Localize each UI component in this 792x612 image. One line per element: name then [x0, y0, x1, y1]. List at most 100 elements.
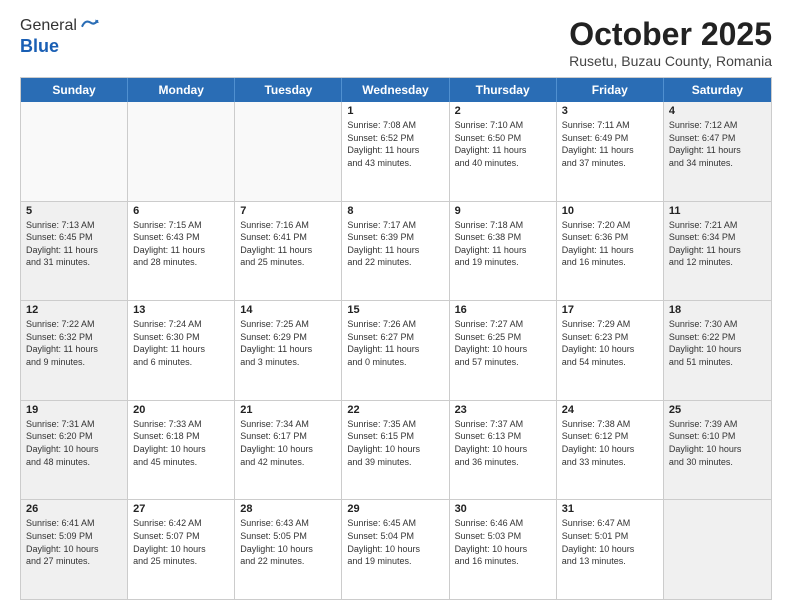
calendar-cell: 29Sunrise: 6:45 AM Sunset: 5:04 PM Dayli… — [342, 500, 449, 599]
day-number: 10 — [562, 205, 658, 217]
day-info: Sunrise: 7:37 AM Sunset: 6:13 PM Dayligh… — [455, 418, 551, 468]
day-info: Sunrise: 7:22 AM Sunset: 6:32 PM Dayligh… — [26, 318, 122, 368]
calendar-cell: 30Sunrise: 6:46 AM Sunset: 5:03 PM Dayli… — [450, 500, 557, 599]
calendar-cell: 27 Sunrise: 6:42 AM Sunset: 5:07 PM Dayli… — [128, 500, 235, 599]
calendar-cell — [128, 102, 235, 201]
calendar-cell: 3Sunrise: 7:11 AM Sunset: 6:49 PM Daylig… — [557, 102, 664, 201]
calendar-cell: 24Sunrise: 7:38 AM Sunset: 6:12 PM Dayli… — [557, 401, 664, 500]
day-info: Sunrise: 7:18 AM Sunset: 6:38 PM Dayligh… — [455, 219, 551, 269]
day-info: Sunrise: 7:35 AM Sunset: 6:15 PM Dayligh… — [347, 418, 443, 468]
day-number: 20 — [133, 404, 229, 416]
calendar-cell: 26Sunrise: 6:41 AM Sunset: 5:09 PM Dayli… — [21, 500, 128, 599]
calendar-cell: 21 Sunrise: 7:34 AM Sunset: 6:17 PM Dayli… — [235, 401, 342, 500]
day-number: 14 — [240, 304, 336, 316]
calendar-cell — [235, 102, 342, 201]
calendar-cell: 23 Sunrise: 7:37 AM Sunset: 6:13 PM Dayli… — [450, 401, 557, 500]
calendar-cell: 12Sunrise: 7:22 AM Sunset: 6:32 PM Dayli… — [21, 301, 128, 400]
day-info: Sunrise: 6:46 AM Sunset: 5:03 PM Dayligh… — [455, 517, 551, 567]
calendar-header: SundayMondayTuesdayWednesdayThursdayFrid… — [21, 78, 771, 102]
day-info: Sunrise: 6:45 AM Sunset: 5:04 PM Dayligh… — [347, 517, 443, 567]
weekday-header: Sunday — [21, 78, 128, 102]
day-number: 15 — [347, 304, 443, 316]
day-number: 23 — [455, 404, 551, 416]
calendar-cell: 8 Sunrise: 7:17 AM Sunset: 6:39 PM Daylig… — [342, 202, 449, 301]
calendar-cell: 15 Sunrise: 7:26 AM Sunset: 6:27 PM Dayli… — [342, 301, 449, 400]
day-number: 31 — [562, 503, 658, 515]
day-info: Sunrise: 7:30 AM Sunset: 6:22 PM Dayligh… — [669, 318, 766, 368]
day-number: 5 — [26, 205, 122, 217]
weekday-header: Saturday — [664, 78, 771, 102]
day-info: Sunrise: 7:26 AM Sunset: 6:27 PM Dayligh… — [347, 318, 443, 368]
day-info: Sunrise: 7:31 AM Sunset: 6:20 PM Dayligh… — [26, 418, 122, 468]
day-info: Sunrise: 7:10 AM Sunset: 6:50 PM Dayligh… — [455, 119, 551, 169]
calendar-row: 5 Sunrise: 7:13 AM Sunset: 6:45 PM Daylig… — [21, 201, 771, 301]
calendar-cell: 10 Sunrise: 7:20 AM Sunset: 6:36 PM Dayli… — [557, 202, 664, 301]
day-number: 22 — [347, 404, 443, 416]
day-info: Sunrise: 7:12 AM Sunset: 6:47 PM Dayligh… — [669, 119, 766, 169]
weekday-header: Tuesday — [235, 78, 342, 102]
day-info: Sunrise: 7:17 AM Sunset: 6:39 PM Dayligh… — [347, 219, 443, 269]
day-number: 24 — [562, 404, 658, 416]
calendar-row: 19 Sunrise: 7:31 AM Sunset: 6:20 PM Dayli… — [21, 400, 771, 500]
day-number: 25 — [669, 404, 766, 416]
calendar-cell: 16Sunrise: 7:27 AM Sunset: 6:25 PM Dayli… — [450, 301, 557, 400]
calendar-cell: 6Sunrise: 7:15 AM Sunset: 6:43 PM Daylig… — [128, 202, 235, 301]
day-info: Sunrise: 7:11 AM Sunset: 6:49 PM Dayligh… — [562, 119, 658, 169]
location-subtitle: Rusetu, Buzau County, Romania — [569, 53, 772, 69]
day-number: 2 — [455, 105, 551, 117]
calendar-row: 26Sunrise: 6:41 AM Sunset: 5:09 PM Dayli… — [21, 499, 771, 599]
day-info: Sunrise: 7:34 AM Sunset: 6:17 PM Dayligh… — [240, 418, 336, 468]
day-number: 28 — [240, 503, 336, 515]
weekday-header: Monday — [128, 78, 235, 102]
day-number: 27 — [133, 503, 229, 515]
month-title: October 2025 — [569, 16, 772, 53]
day-number: 1 — [347, 105, 443, 117]
day-number: 7 — [240, 205, 336, 217]
day-info: Sunrise: 6:41 AM Sunset: 5:09 PM Dayligh… — [26, 517, 122, 567]
calendar-cell: 5 Sunrise: 7:13 AM Sunset: 6:45 PM Daylig… — [21, 202, 128, 301]
calendar-cell: 22 Sunrise: 7:35 AM Sunset: 6:15 PM Dayli… — [342, 401, 449, 500]
day-number: 13 — [133, 304, 229, 316]
calendar-cell: 25 Sunrise: 7:39 AM Sunset: 6:10 PM Dayli… — [664, 401, 771, 500]
day-info: Sunrise: 6:47 AM Sunset: 5:01 PM Dayligh… — [562, 517, 658, 567]
day-info: Sunrise: 7:24 AM Sunset: 6:30 PM Dayligh… — [133, 318, 229, 368]
day-number: 21 — [240, 404, 336, 416]
calendar-body: 1Sunrise: 7:08 AM Sunset: 6:52 PM Daylig… — [21, 102, 771, 599]
day-info: Sunrise: 7:33 AM Sunset: 6:18 PM Dayligh… — [133, 418, 229, 468]
day-number: 17 — [562, 304, 658, 316]
calendar-row: 12Sunrise: 7:22 AM Sunset: 6:32 PM Dayli… — [21, 300, 771, 400]
day-number: 4 — [669, 105, 766, 117]
day-number: 18 — [669, 304, 766, 316]
calendar-cell: 19 Sunrise: 7:31 AM Sunset: 6:20 PM Dayli… — [21, 401, 128, 500]
day-number: 8 — [347, 205, 443, 217]
day-number: 6 — [133, 205, 229, 217]
calendar-cell: 13 Sunrise: 7:24 AM Sunset: 6:30 PM Dayli… — [128, 301, 235, 400]
day-info: Sunrise: 7:16 AM Sunset: 6:41 PM Dayligh… — [240, 219, 336, 269]
calendar-cell: 28 Sunrise: 6:43 AM Sunset: 5:05 PM Dayli… — [235, 500, 342, 599]
day-number: 19 — [26, 404, 122, 416]
calendar-row: 1Sunrise: 7:08 AM Sunset: 6:52 PM Daylig… — [21, 102, 771, 201]
calendar-cell: 31 Sunrise: 6:47 AM Sunset: 5:01 PM Dayli… — [557, 500, 664, 599]
calendar-cell: 2 Sunrise: 7:10 AM Sunset: 6:50 PM Daylig… — [450, 102, 557, 201]
logo-general: General — [20, 17, 77, 35]
calendar-cell: 14Sunrise: 7:25 AM Sunset: 6:29 PM Dayli… — [235, 301, 342, 400]
calendar-cell — [664, 500, 771, 599]
logo: General Blue — [20, 16, 99, 57]
logo-icon — [79, 16, 99, 36]
day-info: Sunrise: 7:13 AM Sunset: 6:45 PM Dayligh… — [26, 219, 122, 269]
day-info: Sunrise: 6:43 AM Sunset: 5:05 PM Dayligh… — [240, 517, 336, 567]
title-block: October 2025 Rusetu, Buzau County, Roman… — [569, 16, 772, 69]
weekday-header: Friday — [557, 78, 664, 102]
calendar-cell: 4 Sunrise: 7:12 AM Sunset: 6:47 PM Daylig… — [664, 102, 771, 201]
day-info: Sunrise: 7:20 AM Sunset: 6:36 PM Dayligh… — [562, 219, 658, 269]
calendar-cell: 7 Sunrise: 7:16 AM Sunset: 6:41 PM Daylig… — [235, 202, 342, 301]
day-number: 9 — [455, 205, 551, 217]
weekday-header: Thursday — [450, 78, 557, 102]
calendar-cell: 20 Sunrise: 7:33 AM Sunset: 6:18 PM Dayli… — [128, 401, 235, 500]
calendar-cell: 9 Sunrise: 7:18 AM Sunset: 6:38 PM Daylig… — [450, 202, 557, 301]
page: General Blue October 2025 Rusetu, Buzau … — [0, 0, 792, 612]
calendar-cell: 17Sunrise: 7:29 AM Sunset: 6:23 PM Dayli… — [557, 301, 664, 400]
day-info: Sunrise: 7:21 AM Sunset: 6:34 PM Dayligh… — [669, 219, 766, 269]
day-info: Sunrise: 7:39 AM Sunset: 6:10 PM Dayligh… — [669, 418, 766, 468]
day-info: Sunrise: 6:42 AM Sunset: 5:07 PM Dayligh… — [133, 517, 229, 567]
